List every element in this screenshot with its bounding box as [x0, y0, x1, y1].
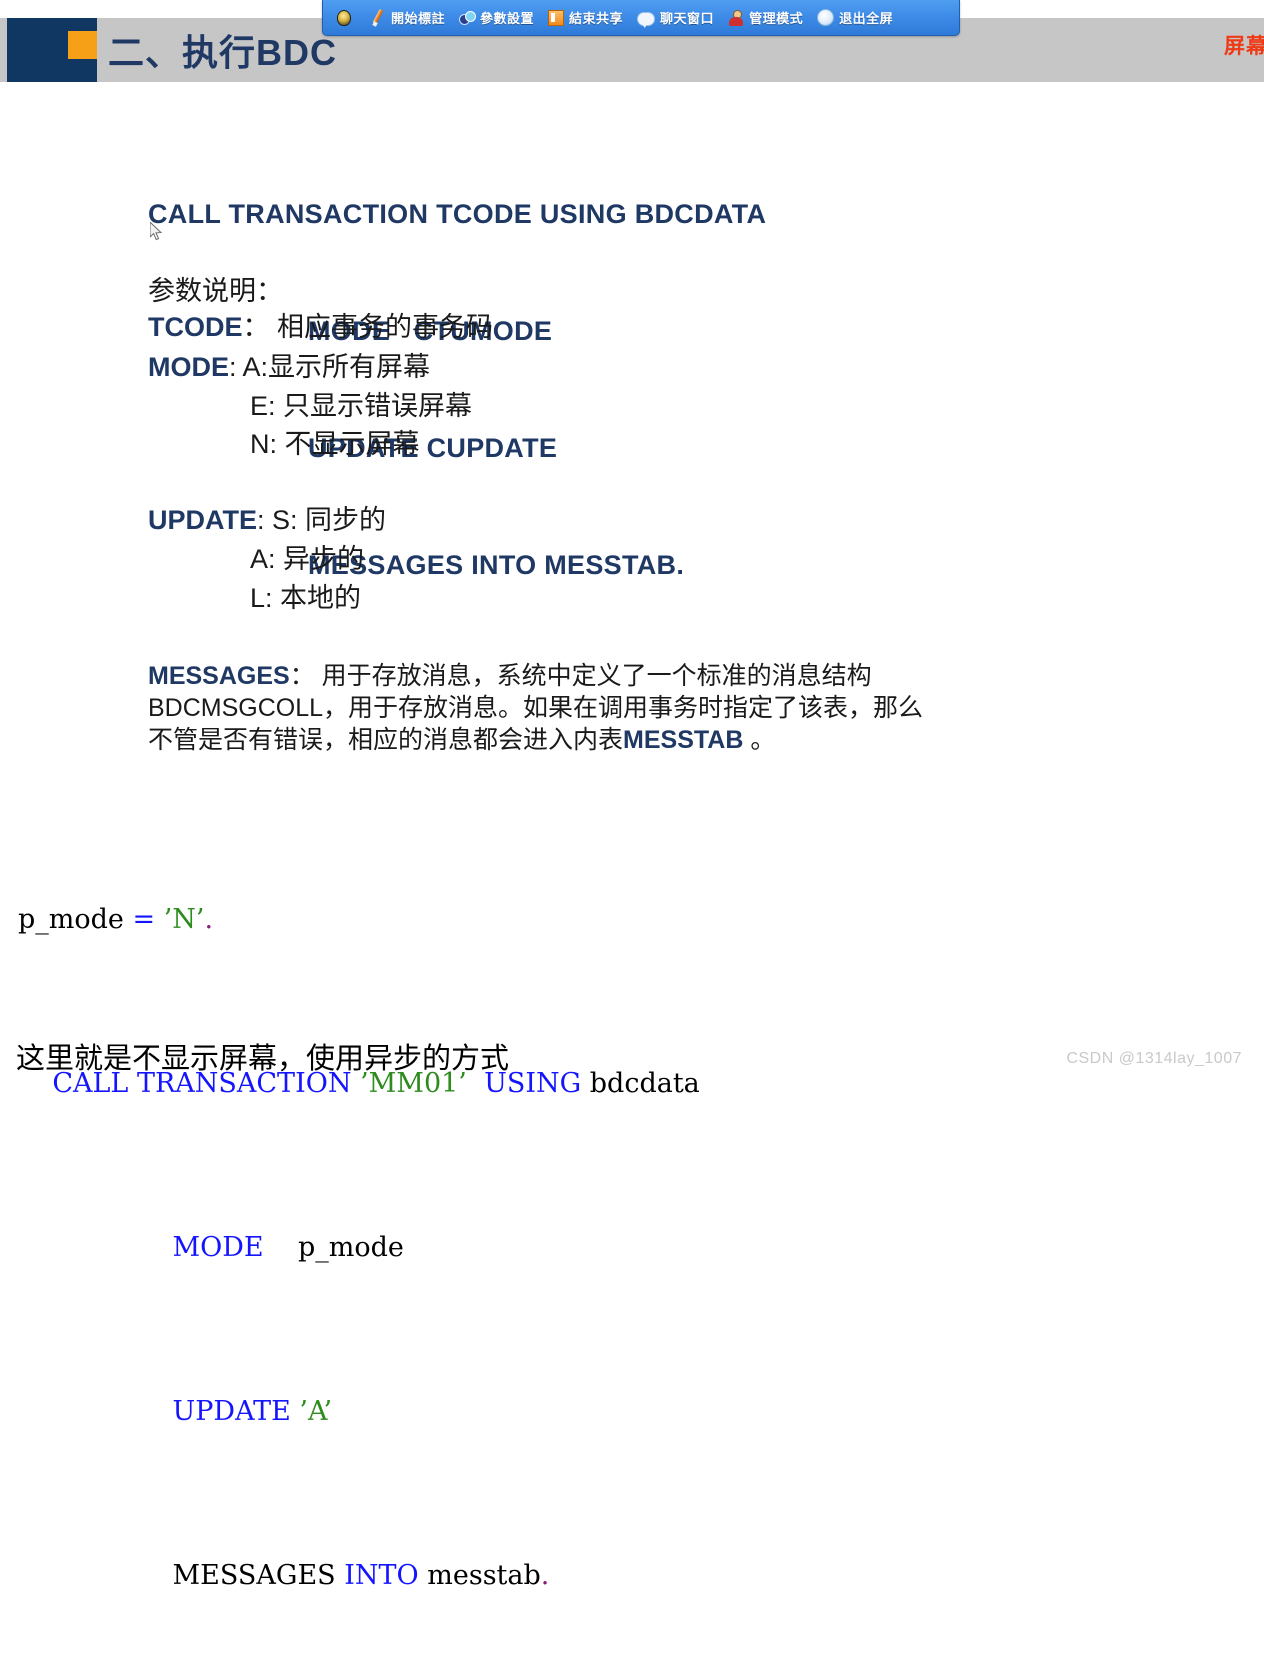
code-literal-a: ’A’ [299, 1396, 333, 1427]
toolbar-item-exit-fullscreen[interactable]: 退出全屏 [813, 5, 897, 31]
code-indent-5 [18, 1560, 173, 1591]
messages-line-3-pre: 不管是否有错误，相应的消息都会进入内表 [148, 726, 624, 754]
mouse-cursor-icon [149, 220, 164, 242]
code-operator-equals: = [132, 904, 164, 935]
messages-description: MESSAGES： 用于存放消息，系统中定义了一个标准的消息结构 BDCMSGC… [148, 660, 1158, 756]
stop-share-icon [548, 9, 565, 26]
code-var-p-mode-ref: p_mode [263, 1232, 404, 1263]
code-indent-4 [18, 1396, 173, 1427]
messages-keyword: MESSAGES [148, 662, 290, 690]
code-var-p-mode: p_mode [18, 904, 133, 935]
param-row-mode-n: N: 不显示屏幕 [250, 429, 420, 459]
param-key-update: UPDATE [148, 505, 258, 535]
toolbar-label-exit-fullscreen: 退出全屏 [839, 11, 894, 26]
code-var-bdcdata: bdcdata [589, 1068, 700, 1099]
toolbar-label-admin-mode: 管理模式 [749, 11, 804, 26]
param-key-tcode: TCODE [148, 312, 243, 342]
param-value-mode: A:显示所有屏幕 [236, 352, 431, 382]
code-period-1: . [204, 904, 214, 935]
pin-icon [337, 9, 351, 26]
exit-fullscreen-icon [817, 9, 835, 26]
statement-line-4: MESSAGES INTO MESSTAB. [308, 550, 685, 580]
param-row-update-a: A: 异步的 [250, 544, 365, 574]
screen-share-toolbar[interactable]: 開始標註 參數設置 結束共享 聊天窗口 管理模式 退出全屏 [322, 0, 960, 36]
settings-icon [459, 10, 477, 26]
abap-code-sample: p_mode = ’N’. CALL TRANSACTION ’MM01’ US… [18, 817, 700, 1678]
header-orange-accent [68, 31, 97, 59]
messages-line-1-rest: ： 用于存放消息，系统中定义了一个标准的消息结构 [289, 662, 872, 690]
code-keyword-update: UPDATE [172, 1396, 300, 1427]
header-right-text: 屏幕 [1224, 35, 1264, 58]
messages-line-1: MESSAGES： 用于存放消息，系统中定义了一个标准的消息结构 [148, 660, 1158, 692]
statement-line-3: UPDATE CUPDATE [308, 433, 558, 463]
code-literal-n: ’N’ [163, 904, 205, 935]
chat-icon [637, 11, 656, 28]
toolbar-label-chat-window: 聊天窗口 [660, 11, 715, 26]
toolbar-label-start-annotation: 開始標註 [391, 11, 446, 26]
messages-messtab-keyword: MESSTAB [623, 726, 744, 754]
toolbar-label-end-share: 結束共享 [569, 11, 624, 26]
code-keyword-mode: MODE [172, 1232, 264, 1263]
code-line-4: UPDATE ’A’ [18, 1391, 700, 1432]
param-sep-tcode: ： [242, 312, 270, 342]
admin-person-icon [728, 9, 744, 26]
toolbar-item-parameter-settings[interactable]: 參數設置 [455, 5, 538, 31]
param-row-tcode: TCODE： 相应事务的事务码 [148, 308, 493, 346]
code-line-3: MODE p_mode [18, 1227, 700, 1268]
csdn-watermark: CSDN @1314lay_1007 [1066, 1050, 1242, 1067]
param-row-mode-e: E: 只显示错误屏幕 [250, 391, 473, 421]
param-value-tcode: 相应事务的事务码 [269, 312, 494, 342]
code-line-5: MESSAGES INTO messtab. [18, 1555, 700, 1596]
pen-icon [370, 10, 386, 26]
toolbar-item-chat-window[interactable]: 聊天窗口 [633, 5, 718, 31]
param-row-update-l: L: 本地的 [250, 583, 362, 613]
param-value-update: S: 同步的 [264, 505, 387, 535]
param-row-update: UPDATE: S: 同步的 [148, 501, 386, 539]
messages-line-2: BDCMSGCOLL，用于存放消息。如果在调用事务时指定了该表，那么 [148, 694, 924, 722]
messages-line-3-post: 。 [743, 726, 776, 754]
statement-line-1: CALL TRANSACTION TCODE USING BDCDATA [148, 199, 767, 229]
code-keyword-into: INTO [344, 1560, 419, 1591]
code-var-messtab: messtab [418, 1560, 541, 1591]
code-keyword-messages: MESSAGES [172, 1560, 345, 1591]
param-sep-mode: : [229, 352, 237, 382]
toolbar-label-parameter-settings: 參數設置 [480, 11, 535, 26]
messages-line-3: 不管是否有错误，相应的消息都会进入内表MESSTAB 。 [148, 724, 1158, 756]
toolbar-item-admin-mode[interactable]: 管理模式 [724, 5, 807, 31]
toolbar-item-start-annotation[interactable]: 開始標註 [366, 5, 449, 31]
slide-content: CALL TRANSACTION TCODE USING BDCDATA MOD… [0, 82, 1264, 1591]
param-row-mode: MODE: A:显示所有屏幕 [148, 348, 430, 386]
code-indent-3 [18, 1232, 173, 1263]
toolbar-item-end-share[interactable]: 結束共享 [544, 5, 627, 31]
code-period-5: . [540, 1560, 550, 1591]
code-line-1: p_mode = ’N’. [18, 899, 700, 940]
page-title: 二、执行BDC [108, 32, 337, 73]
param-key-mode: MODE [148, 352, 229, 382]
parameter-section-title: 参数说明： [148, 276, 283, 306]
slide-caption: 这里就是不显示屏幕，使用异步的方式 [16, 1043, 510, 1075]
toolbar-item-pin[interactable] [331, 5, 360, 31]
param-sep-update: : [257, 505, 265, 535]
